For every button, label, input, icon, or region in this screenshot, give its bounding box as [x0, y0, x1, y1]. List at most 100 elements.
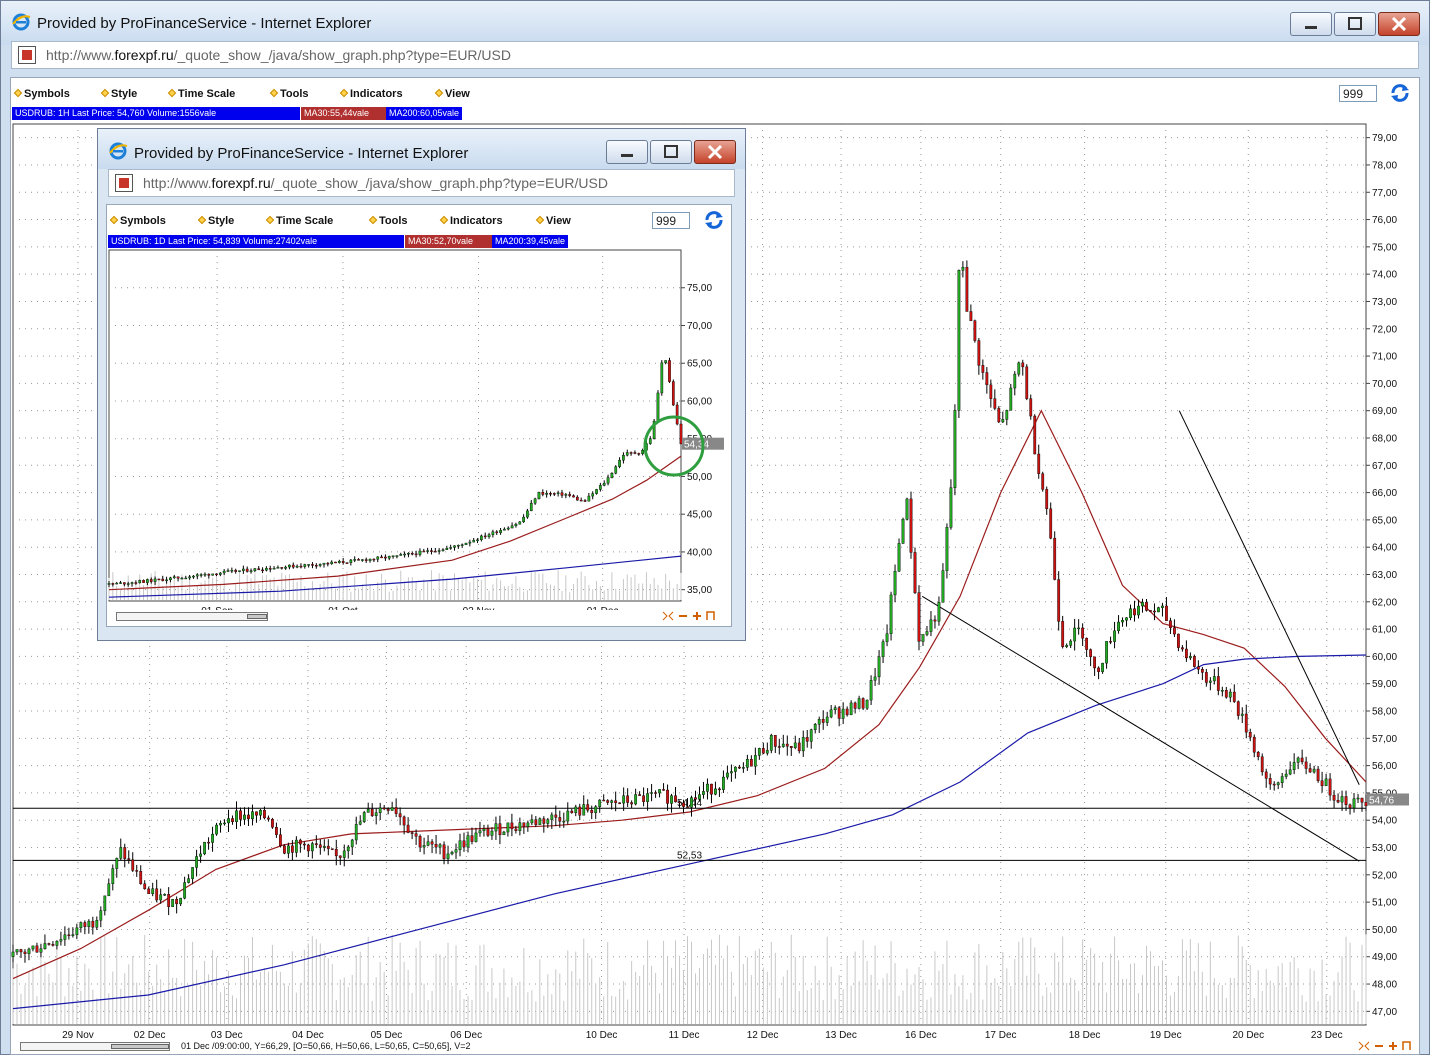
x-tick-label: 23 Dec: [1311, 1030, 1343, 1040]
refresh-icon[interactable]: [1389, 82, 1411, 104]
menu-tools[interactable]: Tools: [269, 88, 309, 100]
popup-title-bar[interactable]: Provided by ProFinanceService - Internet…: [98, 129, 745, 169]
x-tick-label: 18 Dec: [1069, 1030, 1101, 1040]
bar-count-input[interactable]: 999: [1339, 85, 1377, 102]
candle-body: [334, 561, 337, 564]
scrollbar-thumb[interactable]: [111, 1044, 169, 1049]
candle-body: [294, 839, 298, 853]
popup-address-bar[interactable]: http://www.forexpf.ru/_quote_show_/java/…: [108, 169, 735, 197]
title-bar[interactable]: Provided by ProFinanceService - Internet…: [1, 1, 1429, 45]
menu-style[interactable]: Style: [100, 88, 137, 100]
candle-body: [897, 543, 901, 572]
popup-menu-time-scale[interactable]: Time Scale: [265, 215, 333, 227]
candle-body: [498, 823, 502, 836]
chart-menu-bar: Symbols Style Time Scale Tools Indicator…: [11, 78, 1419, 106]
popup-menu-symbols[interactable]: Symbols: [109, 215, 166, 227]
candle-body: [470, 835, 474, 842]
minimize-button[interactable]: [1290, 12, 1332, 36]
candle-body: [362, 812, 366, 822]
candle-body: [445, 547, 449, 550]
candle-body: [476, 539, 479, 541]
candle-body: [253, 568, 257, 571]
menu-symbols[interactable]: Symbols: [13, 88, 70, 100]
candle-body: [441, 549, 445, 551]
candle-body: [394, 807, 398, 814]
candle-body: [781, 743, 785, 747]
candle-body: [426, 841, 430, 846]
candle-body: [378, 807, 382, 813]
menu-indicators[interactable]: Indicators: [339, 88, 403, 100]
candle-body: [318, 564, 322, 566]
x-tick-label: 10 Dec: [586, 1030, 618, 1040]
candle-body: [135, 870, 139, 872]
candle-body: [1093, 656, 1096, 669]
close-button[interactable]: [1378, 12, 1420, 36]
close-icon: [707, 144, 723, 160]
candle-body: [1220, 690, 1224, 692]
minimize-icon: [621, 154, 633, 157]
popup-address-url[interactable]: http://www.forexpf.ru/_quote_show_/java/…: [143, 175, 608, 191]
candle-body: [1244, 713, 1248, 733]
candle-body: [506, 822, 510, 833]
popup-menu-view[interactable]: View: [535, 215, 571, 227]
scrollbar-thumb[interactable]: [247, 614, 267, 619]
refresh-icon[interactable]: [703, 209, 725, 231]
candle-body: [889, 594, 893, 635]
candle-body: [1129, 608, 1132, 618]
candle-body: [358, 821, 362, 825]
candle-body: [702, 791, 705, 795]
address-bar[interactable]: http://www.forexpf.ru/_quote_show_/java/…: [11, 41, 1419, 69]
candle-body: [291, 564, 295, 568]
chart-nav-icons[interactable]: [1357, 1040, 1417, 1052]
popup-minimize-button[interactable]: [606, 140, 648, 164]
popup-chart-scrollbar[interactable]: [116, 612, 268, 621]
candle-body: [483, 535, 487, 538]
candle-body: [1260, 756, 1264, 773]
popup-maximize-button[interactable]: [650, 140, 692, 164]
candle-body: [257, 568, 261, 571]
y-tick-label: 77,00: [1372, 188, 1397, 199]
candle-body: [284, 566, 287, 569]
candle-body: [280, 567, 284, 569]
candle-body: [554, 814, 558, 818]
candle-body: [1049, 508, 1053, 539]
x-tick-label: 05 Dec: [371, 1030, 403, 1040]
popup-chart-menu-bar: Symbols Style Time Scale Tools Indicator…: [107, 205, 731, 233]
candle-body: [330, 561, 334, 564]
candle-body: [909, 498, 913, 553]
menu-view[interactable]: View: [434, 88, 470, 100]
candle-body: [583, 500, 587, 502]
candle-body: [726, 772, 729, 778]
popup-menu-indicators[interactable]: Indicators: [439, 215, 503, 227]
price-chart-1d[interactable]: 75,0070,0065,0060,0055,0050,0045,0040,00…: [107, 248, 731, 610]
candle-body: [1185, 648, 1188, 659]
candle-body: [434, 844, 438, 848]
candle-body: [460, 544, 464, 546]
candle-body: [698, 794, 701, 800]
candle-body: [637, 453, 641, 455]
candle-body: [578, 806, 582, 816]
candle-body: [550, 814, 554, 820]
candle-body: [646, 793, 649, 802]
candle-body: [686, 806, 689, 808]
candle-body: [809, 729, 813, 742]
popup-chart-nav-icons[interactable]: [661, 610, 721, 622]
candle-body: [176, 576, 180, 579]
menu-time-scale[interactable]: Time Scale: [167, 88, 235, 100]
candle-body: [410, 832, 414, 834]
candle-body: [1356, 797, 1360, 800]
popup-menu-style[interactable]: Style: [197, 215, 234, 227]
x-tick-label: 12 Dec: [747, 1030, 779, 1040]
maximize-button[interactable]: [1334, 12, 1376, 36]
candle-body: [506, 527, 510, 530]
popup-menu-tools[interactable]: Tools: [368, 215, 408, 227]
chart-scrollbar[interactable]: [20, 1042, 170, 1051]
popup-close-button[interactable]: [694, 140, 736, 164]
y-tick-label: 48,00: [1372, 980, 1397, 991]
popup-bar-count-input[interactable]: 999: [652, 212, 690, 229]
y-tick-label: 79,00: [1372, 133, 1397, 144]
y-tick-label: 40,00: [687, 547, 712, 558]
address-url[interactable]: http://www.forexpf.ru/_quote_show_/java/…: [46, 47, 511, 63]
candle-body: [399, 554, 403, 556]
x-tick-label: 06 Dec: [450, 1030, 482, 1040]
